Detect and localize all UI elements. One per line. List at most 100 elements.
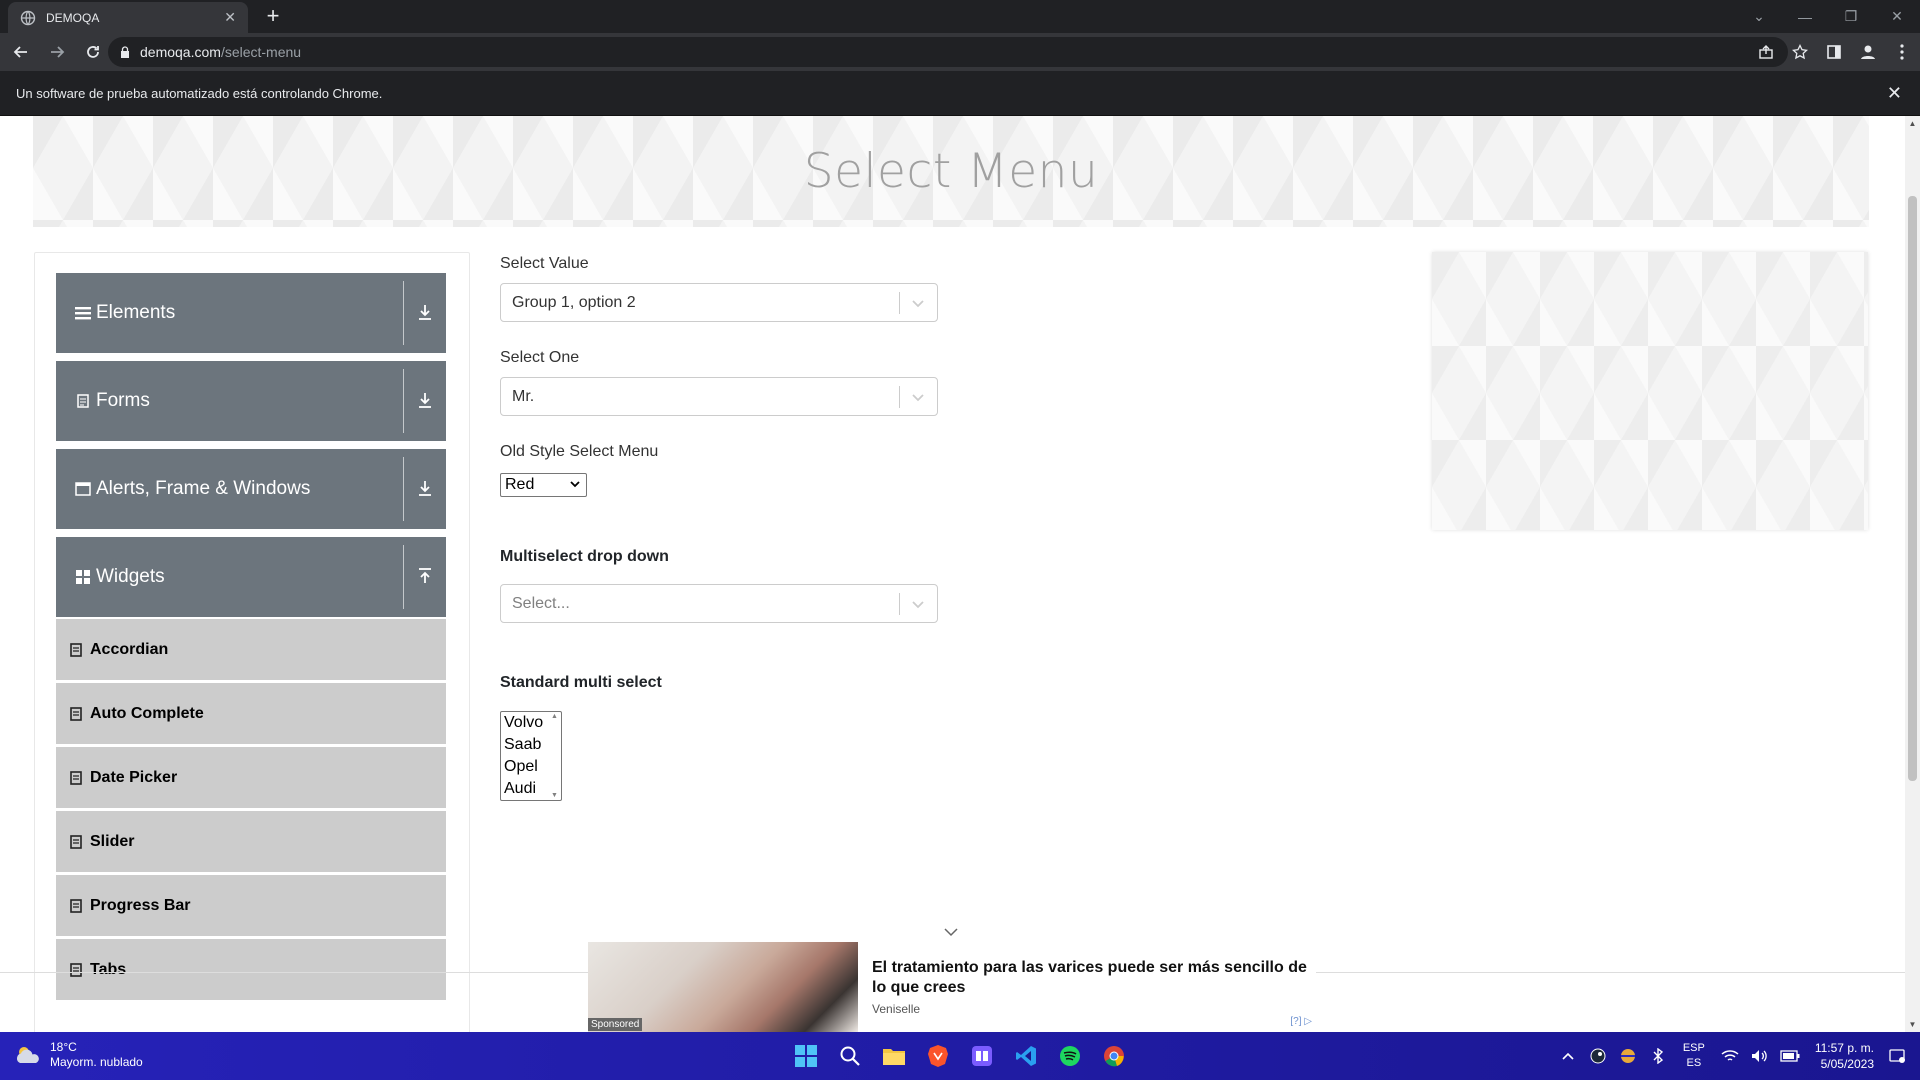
download-arrow-icon[interactable]	[414, 477, 436, 499]
keyboard-layout: ES	[1686, 1057, 1702, 1069]
sidebar-item-date-picker[interactable]: Date Picker	[56, 746, 446, 808]
sidebar-item-tabs[interactable]: Tabs	[56, 938, 446, 1000]
chevron-down-icon[interactable]	[909, 295, 927, 311]
reload-icon	[87, 46, 99, 58]
bookmark-star-icon[interactable]	[1790, 42, 1810, 62]
sidebar-group-alerts-frame-windows[interactable]: Alerts, Frame & Windows	[56, 449, 446, 529]
scroll-down-icon[interactable]: ▼	[1905, 1017, 1920, 1032]
automation-notice: Un software de prueba automatizado está …	[16, 85, 383, 101]
app-tray-icon[interactable]	[1617, 1045, 1639, 1067]
profile-icon[interactable]	[1858, 42, 1878, 62]
sidebar-item-slider[interactable]: Slider	[56, 810, 446, 872]
ad-info-icon[interactable]: [?] ▷	[1290, 1016, 1312, 1027]
hamburger-icon	[74, 304, 92, 322]
language-indicator[interactable]: ESP ES	[1683, 1041, 1705, 1071]
scroll-up-icon[interactable]: ▲	[1905, 116, 1920, 131]
windows-start-icon[interactable]	[790, 1040, 822, 1072]
scroll-up-icon[interactable]: ▲	[551, 713, 558, 720]
sponsored-label: Sponsored	[588, 1018, 643, 1031]
sponsored-ad[interactable]: Sponsored El tratamiento para las varice…	[588, 942, 1316, 1032]
select-one-dropdown[interactable]: Mr.	[500, 377, 938, 416]
restore-icon[interactable]: ❐	[1828, 8, 1874, 25]
brave-browser-icon[interactable]	[922, 1040, 954, 1072]
window-icon	[74, 480, 92, 498]
ad-brand: Veniselle	[872, 1002, 921, 1016]
page-title: Select Menu	[803, 144, 1099, 199]
chevron-down-icon[interactable]	[909, 596, 927, 612]
divider	[403, 281, 404, 345]
select-value-current: Group 1, option 2	[512, 294, 636, 311]
close-window-icon[interactable]: ✕	[1874, 8, 1920, 25]
select-one-label: Select One	[500, 349, 580, 366]
chevron-down-icon[interactable]	[943, 926, 959, 938]
group-label: Alerts, Frame & Windows	[96, 478, 311, 499]
minimize-icon[interactable]: —	[1782, 9, 1828, 25]
multi-select-option[interactable]: Opel	[504, 758, 538, 776]
new-tab-button[interactable]: +	[260, 4, 286, 30]
standard-multi-select[interactable]: Volvo Saab Opel Audi ▲ ▼	[500, 711, 562, 801]
select-value-dropdown[interactable]: Group 1, option 2	[500, 283, 938, 322]
book-icon	[70, 770, 82, 785]
download-arrow-icon[interactable]	[414, 301, 436, 323]
forward-button[interactable]	[42, 37, 72, 67]
system-clock[interactable]: 11:57 p. m. 5/05/2023	[1815, 1040, 1874, 1072]
multiselect-dropdown[interactable]: Select...	[500, 584, 938, 623]
battery-icon[interactable]	[1779, 1045, 1801, 1067]
chevron-down-icon[interactable]	[909, 389, 927, 405]
sidebar-group-elements[interactable]: Elements	[56, 273, 446, 353]
volume-icon[interactable]	[1749, 1045, 1771, 1067]
app-purple-icon[interactable]	[966, 1040, 998, 1072]
wifi-icon[interactable]	[1719, 1045, 1741, 1067]
sidebar-item-label: Slider	[90, 832, 135, 850]
page-scrollbar[interactable]: ▲ ▼	[1905, 116, 1920, 1032]
side-panel-icon[interactable]	[1824, 42, 1844, 62]
file-explorer-icon[interactable]	[878, 1040, 910, 1072]
chevron-up-icon[interactable]	[1557, 1045, 1579, 1067]
weather-widget[interactable]: 18°C Mayorm. nublado	[14, 1040, 143, 1070]
address-bar[interactable]: demoqa.com/select-menu	[108, 37, 1788, 67]
toolbar-actions	[1756, 37, 1912, 67]
sidebar-item-auto-complete[interactable]: Auto Complete	[56, 682, 446, 744]
ad-info-label: [?]	[1290, 1016, 1302, 1027]
old-style-select-label: Old Style Select Menu	[500, 443, 659, 460]
close-tab-icon[interactable]: ✕	[224, 9, 236, 26]
multi-select-option[interactable]: Volvo	[504, 714, 543, 732]
scrollbar-thumb[interactable]	[1908, 196, 1917, 781]
back-arrow-icon	[13, 46, 27, 58]
back-button[interactable]	[6, 37, 36, 67]
chrome-icon[interactable]	[1098, 1040, 1130, 1072]
scroll-down-icon[interactable]: ▼	[551, 792, 558, 799]
multi-select-option[interactable]: Audi	[504, 780, 536, 798]
download-arrow-icon[interactable]	[414, 389, 436, 411]
divider	[899, 386, 900, 408]
ad-headline[interactable]: El tratamiento para las varices puede se…	[872, 958, 1312, 998]
steam-icon[interactable]	[1587, 1045, 1609, 1067]
tab-title: DEMOQA	[46, 10, 100, 25]
multi-select-scrollbar[interactable]: ▲ ▼	[550, 713, 560, 799]
sidebar-item-progress-bar[interactable]: Progress Bar	[56, 874, 446, 936]
sidebar-group-widgets[interactable]: Widgets	[56, 537, 446, 617]
tab-search-icon[interactable]: ⌄	[1736, 8, 1782, 25]
temperature: 18°C	[50, 1040, 77, 1054]
clock-time: 11:57 p. m.	[1814, 1041, 1874, 1055]
bluetooth-icon[interactable]	[1647, 1045, 1669, 1067]
vscode-icon[interactable]	[1010, 1040, 1042, 1072]
reload-button[interactable]	[78, 37, 108, 67]
close-infobar-icon[interactable]: ✕	[1887, 83, 1902, 104]
multi-select-option[interactable]: Saab	[504, 736, 541, 754]
weather-condition: Mayorm. nublado	[50, 1055, 143, 1069]
upload-arrow-icon[interactable]	[414, 565, 436, 587]
automation-infobar: Un software de prueba automatizado está …	[0, 71, 1920, 116]
spotify-icon[interactable]	[1054, 1040, 1086, 1072]
divider	[899, 593, 900, 615]
menu-kebab-icon[interactable]	[1892, 42, 1912, 62]
browser-toolbar: demoqa.com/select-menu	[0, 33, 1920, 71]
old-style-select[interactable]: Red	[500, 473, 587, 497]
notification-icon[interactable]	[1886, 1045, 1908, 1067]
sidebar-item-accordian[interactable]: Accordian	[56, 618, 446, 680]
share-icon[interactable]	[1756, 42, 1776, 62]
browser-tab[interactable]: DEMOQA ✕	[8, 2, 248, 33]
sidebar-item-label: Auto Complete	[90, 704, 204, 722]
search-icon[interactable]	[834, 1040, 866, 1072]
sidebar-group-forms[interactable]: Forms	[56, 361, 446, 441]
